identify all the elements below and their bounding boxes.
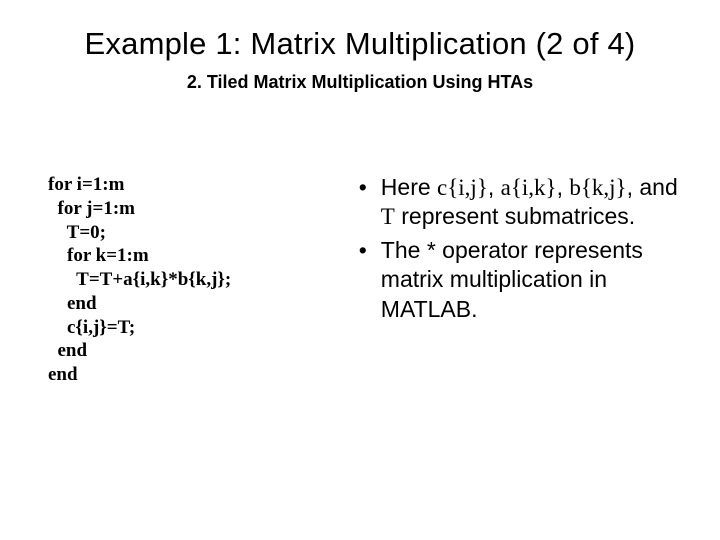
b1-s2: , <box>557 174 570 200</box>
b1-pre: Here <box>381 174 437 200</box>
slide: Example 1: Matrix Multiplication (2 of 4… <box>0 0 720 540</box>
b1-post: represent submatrices. <box>395 203 635 229</box>
b1-var-cij: c{i,j} <box>437 175 488 200</box>
b1-s1: , <box>488 174 501 200</box>
b1-var-t: T <box>381 204 395 229</box>
content-row: for i=1:m for j=1:m T=0; for k=1:m T=T+a… <box>30 173 690 387</box>
slide-title: Example 1: Matrix Multiplication (2 of 4… <box>30 26 690 62</box>
code-column: for i=1:m for j=1:m T=0; for k=1:m T=T+a… <box>30 173 347 387</box>
bullet-list: Here c{i,j}, a{i,k}, b{k,j}, and T repre… <box>355 173 680 324</box>
b1-var-bkj: b{k,j} <box>569 175 626 200</box>
b1-s3: , and <box>627 174 678 200</box>
bullet-item-2: The * operator represents matrix multipl… <box>355 236 680 324</box>
code-block: for i=1:m for j=1:m T=0; for k=1:m T=T+a… <box>48 173 347 387</box>
bullet-item-1: Here c{i,j}, a{i,k}, b{k,j}, and T repre… <box>355 173 680 232</box>
bullets-column: Here c{i,j}, a{i,k}, b{k,j}, and T repre… <box>347 173 690 387</box>
b1-var-aik: a{i,k} <box>501 175 557 200</box>
slide-subtitle: 2. Tiled Matrix Multiplication Using HTA… <box>30 72 690 93</box>
